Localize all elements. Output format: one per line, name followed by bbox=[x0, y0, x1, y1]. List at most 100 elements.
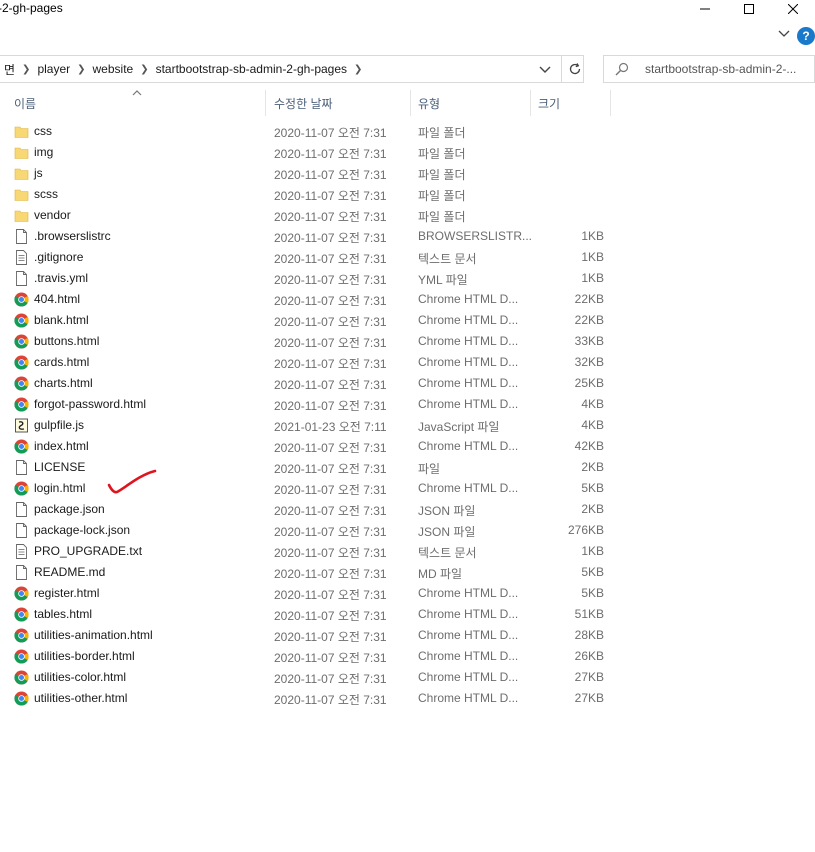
file-row[interactable]: buttons.html 2020-11-07 오전 7:31 Chrome HTM… bbox=[0, 331, 610, 352]
file-row[interactable]: .gitignore 2020-11-07 오전 7:31 텍스트 문서 1KB bbox=[0, 247, 610, 268]
file-row[interactable]: cards.html 2020-11-07 오전 7:31 Chrome HTML … bbox=[0, 352, 610, 373]
chrome-icon bbox=[14, 397, 29, 412]
file-size: 4KB bbox=[581, 418, 604, 432]
file-size: 5KB bbox=[581, 481, 604, 495]
file-type: Chrome HTML D... bbox=[418, 481, 519, 495]
minimize-icon bbox=[700, 8, 710, 10]
file-date: 2020-11-07 오전 7:31 bbox=[274, 483, 387, 497]
column-header-size[interactable]: 크기 bbox=[531, 90, 611, 116]
file-name: register.html bbox=[34, 586, 100, 600]
file-row[interactable]: scss 2020-11-07 오전 7:31 파일 폴더 bbox=[0, 184, 610, 205]
chrome-icon bbox=[14, 670, 29, 685]
file-name: scss bbox=[34, 187, 58, 201]
file-type: Chrome HTML D... bbox=[418, 586, 519, 600]
file-row[interactable]: vendor 2020-11-07 오전 7:31 파일 폴더 bbox=[0, 205, 610, 226]
file-date: 2021-01-23 오전 7:11 bbox=[274, 420, 387, 434]
file-row[interactable]: .travis.yml 2020-11-07 오전 7:31 YML 파일 1KB bbox=[0, 268, 610, 289]
file-date: 2020-11-07 오전 7:31 bbox=[274, 231, 387, 245]
file-row[interactable]: PRO_UPGRADE.txt 2020-11-07 오전 7:31 텍스트 문서 1… bbox=[0, 541, 610, 562]
file-type: Chrome HTML D... bbox=[418, 313, 519, 327]
chrome-icon bbox=[14, 292, 29, 307]
file-icon bbox=[14, 229, 29, 244]
file-row[interactable]: package-lock.json 2020-11-07 오전 7:31 JSON … bbox=[0, 520, 610, 541]
file-size: 5KB bbox=[581, 586, 604, 600]
chrome-icon bbox=[14, 439, 29, 454]
file-row[interactable]: js 2020-11-07 오전 7:31 파일 폴더 bbox=[0, 163, 610, 184]
script-icon bbox=[14, 418, 29, 433]
chrome-icon bbox=[14, 313, 29, 328]
breadcrumb-item[interactable]: website bbox=[89, 62, 138, 76]
breadcrumb-item[interactable]: 면 bbox=[0, 61, 19, 78]
help-icon[interactable]: ? bbox=[797, 27, 815, 45]
maximize-button[interactable] bbox=[727, 0, 771, 18]
file-row[interactable]: charts.html 2020-11-07 오전 7:31 Chrome HTML… bbox=[0, 373, 610, 394]
folder-icon bbox=[14, 145, 29, 160]
file-row[interactable]: index.html 2020-11-07 오전 7:31 Chrome HTML … bbox=[0, 436, 610, 457]
file-size: 22KB bbox=[574, 313, 604, 327]
chevron-right-icon[interactable]: ❯ bbox=[351, 64, 365, 75]
chevron-right-icon[interactable]: ❯ bbox=[19, 64, 33, 75]
file-name: vendor bbox=[34, 208, 71, 222]
file-row[interactable]: css 2020-11-07 오전 7:31 파일 폴더 bbox=[0, 121, 610, 142]
file-size: 26KB bbox=[574, 649, 604, 663]
file-row[interactable]: 404.html 2020-11-07 오전 7:31 Chrome HTML D.… bbox=[0, 289, 610, 310]
file-date: 2020-11-07 오전 7:31 bbox=[274, 672, 387, 686]
file-type: Chrome HTML D... bbox=[418, 334, 519, 348]
file-row[interactable]: register.html 2020-11-07 오전 7:31 Chrome HT… bbox=[0, 583, 610, 604]
breadcrumb-item[interactable]: startbootstrap-sb-admin-2-gh-pages bbox=[152, 62, 351, 76]
file-type: Chrome HTML D... bbox=[418, 649, 519, 663]
file-date: 2020-11-07 오전 7:31 bbox=[274, 462, 387, 476]
file-date: 2020-11-07 오전 7:31 bbox=[274, 126, 387, 140]
file-row[interactable]: README.md 2020-11-07 오전 7:31 MD 파일 5KB bbox=[0, 562, 610, 583]
close-icon bbox=[788, 4, 798, 14]
file-size: 28KB bbox=[574, 628, 604, 642]
file-row[interactable]: utilities-other.html 2020-11-07 오전 7:31 Ch… bbox=[0, 688, 610, 709]
chrome-icon bbox=[14, 628, 29, 643]
column-header-date[interactable]: 수정한 날짜 bbox=[266, 90, 411, 116]
file-row[interactable]: utilities-border.html 2020-11-07 오전 7:31 C… bbox=[0, 646, 610, 667]
folder-icon bbox=[14, 124, 29, 139]
file-date: 2020-11-07 오전 7:31 bbox=[274, 273, 387, 287]
chevron-down-icon[interactable] bbox=[777, 26, 791, 40]
file-name: .gitignore bbox=[34, 250, 84, 264]
file-row[interactable]: img 2020-11-07 오전 7:31 파일 폴더 bbox=[0, 142, 610, 163]
file-row[interactable]: package.json 2020-11-07 오전 7:31 JSON 파일 2KB bbox=[0, 499, 610, 520]
file-name: .browserslistrc bbox=[34, 229, 111, 243]
file-name: login.html bbox=[34, 481, 86, 495]
column-header-name[interactable]: 이름 bbox=[0, 90, 266, 116]
breadcrumb-item[interactable]: player bbox=[33, 62, 74, 76]
file-row[interactable]: blank.html 2020-11-07 오전 7:31 Chrome HTML … bbox=[0, 310, 610, 331]
refresh-button[interactable] bbox=[561, 56, 587, 82]
chrome-icon bbox=[14, 607, 29, 622]
file-icon bbox=[14, 271, 29, 286]
file-row[interactable]: utilities-animation.html 2020-11-07 오전 7:… bbox=[0, 625, 610, 646]
file-row[interactable]: tables.html 2020-11-07 오전 7:31 Chrome HTML… bbox=[0, 604, 610, 625]
file-name: utilities-border.html bbox=[34, 649, 135, 663]
address-history-chevron-icon[interactable] bbox=[536, 60, 554, 78]
chevron-right-icon[interactable]: ❯ bbox=[74, 64, 88, 75]
close-button[interactable] bbox=[771, 0, 815, 18]
file-name: README.md bbox=[34, 565, 106, 579]
file-size: 1KB bbox=[581, 229, 604, 243]
file-icon bbox=[14, 502, 29, 517]
file-row[interactable]: gulpfile.js 2021-01-23 오전 7:11 JavaScript … bbox=[0, 415, 610, 436]
file-row[interactable]: .browserslistrc 2020-11-07 오전 7:31 BROWSER… bbox=[0, 226, 610, 247]
file-date: 2020-11-07 오전 7:31 bbox=[274, 210, 387, 224]
file-type: JavaScript 파일 bbox=[418, 420, 500, 434]
column-header-type[interactable]: 유형 bbox=[411, 90, 531, 116]
file-row[interactable]: forgot-password.html 2020-11-07 오전 7:31 Ch… bbox=[0, 394, 610, 415]
chrome-icon bbox=[14, 649, 29, 664]
file-type: 텍스트 문서 bbox=[418, 546, 477, 560]
minimize-button[interactable] bbox=[683, 0, 727, 18]
file-date: 2020-11-07 오전 7:31 bbox=[274, 189, 387, 203]
file-name: cards.html bbox=[34, 355, 90, 369]
file-row[interactable]: login.html 2020-11-07 오전 7:31 Chrome HTML … bbox=[0, 478, 610, 499]
file-row[interactable]: LICENSE 2020-11-07 오전 7:31 파일 2KB bbox=[0, 457, 610, 478]
chevron-right-icon[interactable]: ❯ bbox=[137, 64, 151, 75]
file-list: css 2020-11-07 오전 7:31 파일 폴더 img 2020-11-07 … bbox=[0, 121, 815, 709]
text-file-icon bbox=[14, 544, 29, 559]
file-row[interactable]: utilities-color.html 2020-11-07 오전 7:31 Ch… bbox=[0, 667, 610, 688]
file-size: 1KB bbox=[581, 544, 604, 558]
search-placeholder: startbootstrap-sb-admin-2-... bbox=[645, 62, 797, 76]
maximize-icon bbox=[744, 4, 754, 14]
